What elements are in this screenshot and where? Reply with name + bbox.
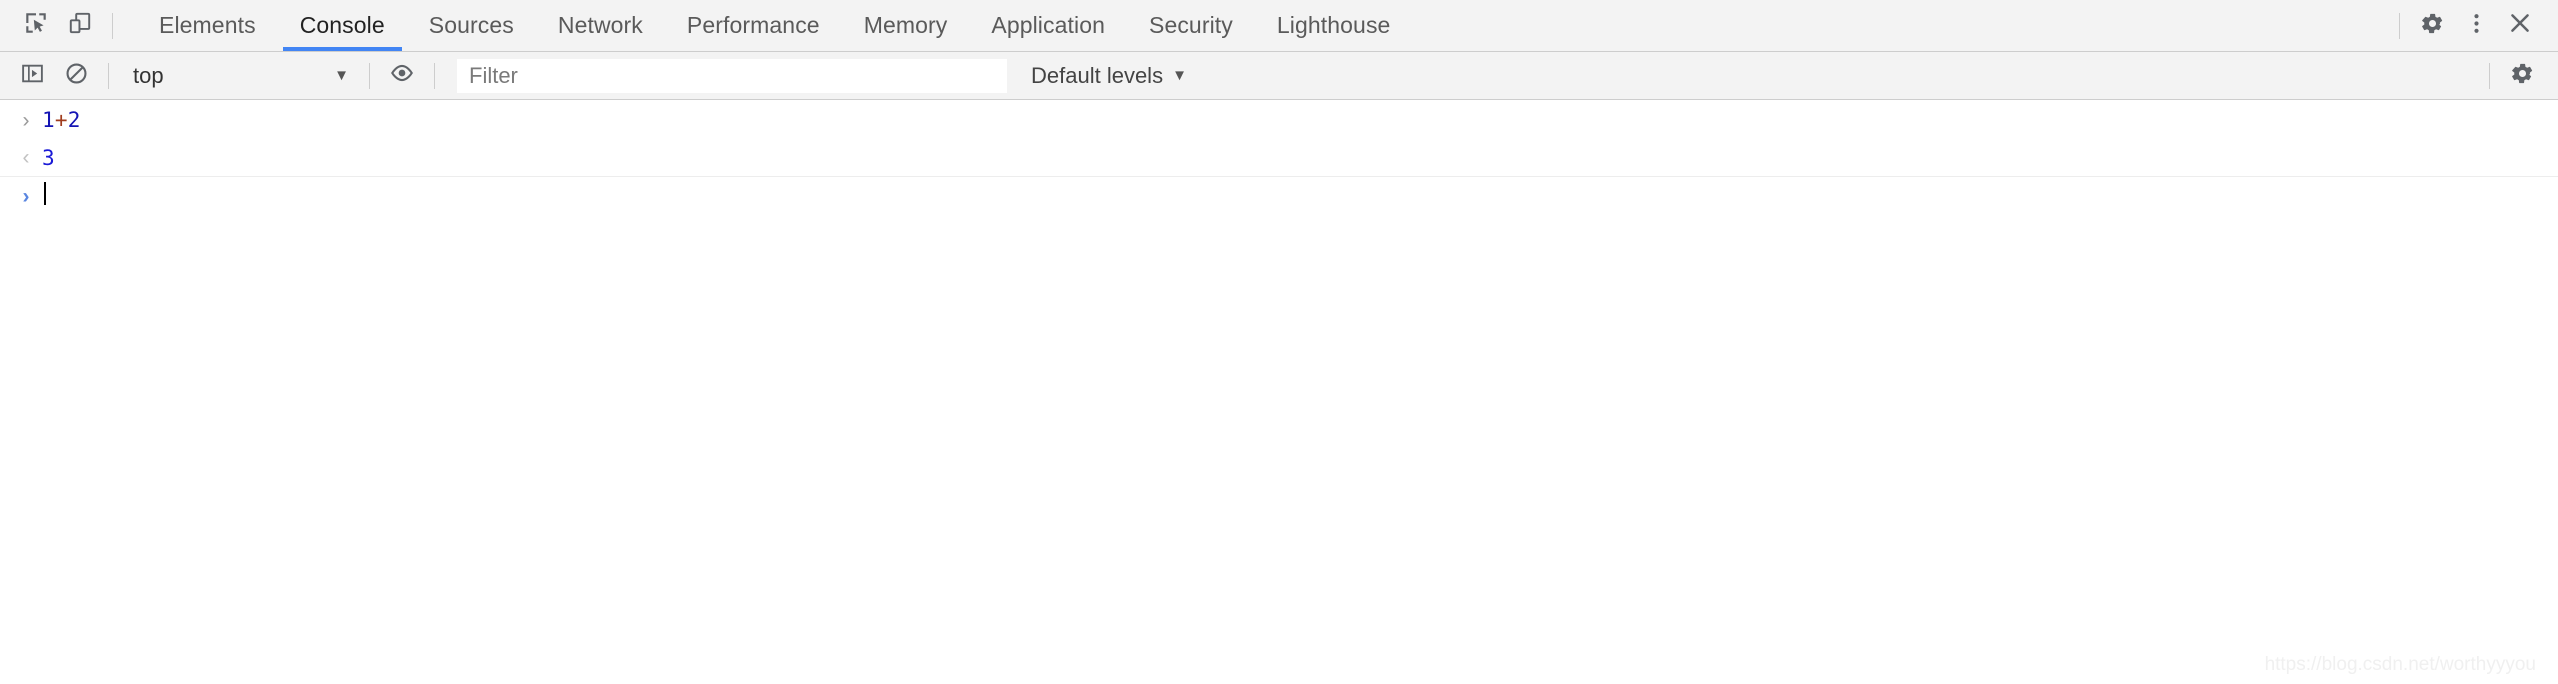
clear-console-icon bbox=[64, 61, 89, 91]
live-expression-eye-icon bbox=[389, 60, 415, 91]
tab-bar-tools bbox=[0, 0, 123, 51]
watermark: https://blog.csdn.net/worthyyyou bbox=[2264, 654, 2536, 675]
tab-label: Network bbox=[557, 12, 643, 38]
text-cursor bbox=[44, 182, 46, 205]
tab-console[interactable]: Console bbox=[278, 0, 407, 51]
input-chevron-icon: › bbox=[22, 108, 30, 132]
live-expression-button[interactable] bbox=[380, 54, 424, 98]
chevron-down-icon: ▼ bbox=[1172, 67, 1187, 84]
console-input-expression: 1+2 bbox=[42, 108, 81, 132]
token-number: 1 bbox=[42, 108, 55, 132]
console-output-value: 3 bbox=[42, 145, 55, 170]
tab-lighthouse[interactable]: Lighthouse bbox=[1255, 0, 1413, 51]
console-message-list[interactable]: › 1+2 ‹ 3 › bbox=[0, 101, 2558, 684]
tab-label: Memory bbox=[863, 12, 948, 38]
tab-label: Application bbox=[991, 12, 1105, 38]
inspect-element-icon bbox=[23, 10, 49, 41]
gear-icon bbox=[2420, 11, 2445, 41]
tab-label: Lighthouse bbox=[1276, 12, 1391, 38]
execution-context-selector[interactable]: top ▼ bbox=[119, 59, 359, 93]
output-arrow-icon: ‹ bbox=[22, 146, 30, 169]
actions-divider bbox=[2399, 12, 2400, 39]
console-output-entry[interactable]: ‹ 3 bbox=[0, 139, 2558, 177]
tab-sources[interactable]: Sources bbox=[407, 0, 536, 51]
console-toolbar-divider-4 bbox=[2489, 62, 2490, 89]
tab-performance[interactable]: Performance bbox=[665, 0, 842, 51]
devtools-close-button[interactable] bbox=[2498, 4, 2542, 48]
execution-context-value: top bbox=[133, 62, 164, 88]
tab-application[interactable]: Application bbox=[969, 0, 1127, 51]
console-toolbar-actions bbox=[2479, 54, 2558, 98]
log-levels-selector[interactable]: Default levels ▼ bbox=[1017, 59, 1201, 93]
device-toolbar-icon bbox=[67, 10, 93, 41]
console-sidebar-toggle-button[interactable] bbox=[10, 54, 54, 98]
token-number: 2 bbox=[67, 108, 81, 132]
tab-label: Sources bbox=[428, 12, 514, 38]
tab-label: Security bbox=[1149, 12, 1233, 38]
chevron-down-icon: ▼ bbox=[334, 67, 349, 84]
tab-memory[interactable]: Memory bbox=[842, 0, 970, 51]
console-toolbar-divider-2 bbox=[369, 62, 370, 89]
device-toolbar-button[interactable] bbox=[58, 4, 102, 48]
prompt-chevron-icon: › bbox=[22, 184, 30, 208]
panel-tabs: Elements Console Sources Network Perform… bbox=[137, 0, 1412, 51]
console-prompt-input[interactable] bbox=[42, 182, 46, 210]
tab-label: Console bbox=[299, 12, 385, 38]
tab-elements[interactable]: Elements bbox=[137, 0, 278, 51]
console-input-entry[interactable]: › 1+2 bbox=[0, 101, 2558, 139]
token-operator: + bbox=[54, 108, 68, 132]
console-prompt-row[interactable]: › bbox=[0, 177, 2558, 215]
console-filter-input[interactable] bbox=[457, 58, 1007, 93]
tab-label: Elements bbox=[159, 12, 256, 38]
inspect-element-button[interactable] bbox=[14, 4, 58, 48]
devtools-tab-bar: Elements Console Sources Network Perform… bbox=[0, 0, 2558, 52]
tab-network[interactable]: Network bbox=[536, 0, 665, 51]
devtools-settings-button[interactable] bbox=[2410, 4, 2454, 48]
console-sidebar-icon bbox=[20, 61, 45, 91]
toolbar-divider bbox=[112, 12, 113, 39]
console-settings-gear-icon bbox=[2510, 61, 2535, 91]
tab-label: Performance bbox=[686, 12, 820, 38]
console-settings-button[interactable] bbox=[2500, 54, 2544, 98]
clear-console-button[interactable] bbox=[54, 54, 98, 98]
console-toolbar-divider-3 bbox=[434, 62, 435, 89]
kebab-menu-icon bbox=[2464, 11, 2489, 41]
tab-bar-actions bbox=[2389, 0, 2558, 51]
devtools-more-options-button[interactable] bbox=[2454, 4, 2498, 48]
tab-security[interactable]: Security bbox=[1127, 0, 1255, 51]
console-toolbar-divider-1 bbox=[108, 62, 109, 89]
close-icon bbox=[2507, 10, 2533, 41]
log-levels-label: Default levels bbox=[1031, 62, 1164, 88]
console-toolbar: top ▼ Default levels ▼ bbox=[0, 52, 2558, 100]
